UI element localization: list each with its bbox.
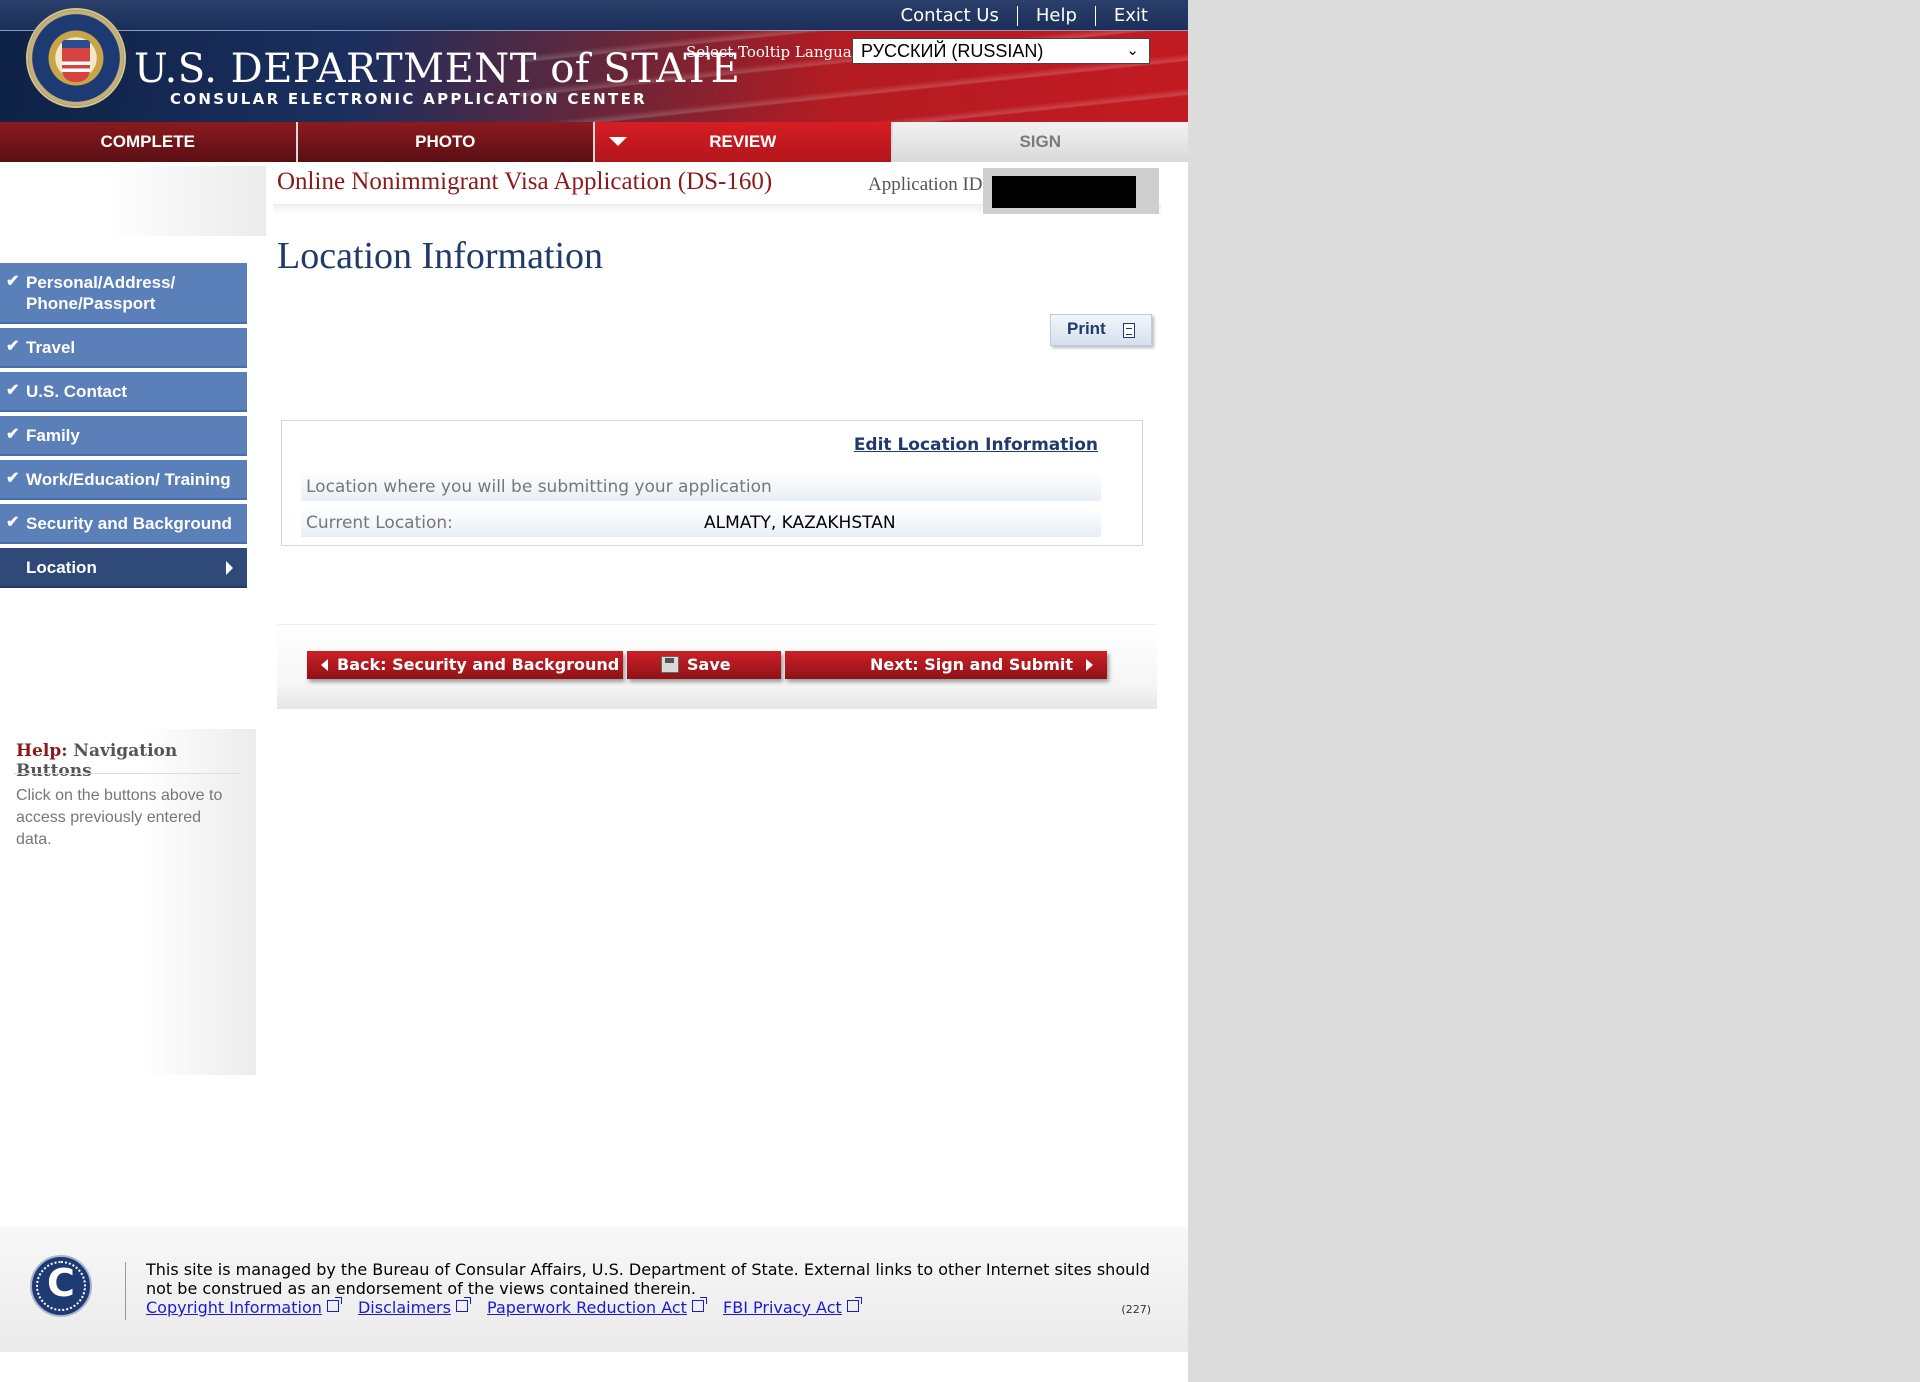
sidebar-item-work-education[interactable]: ✔ Work/Education/ Training xyxy=(0,460,247,500)
exit-link[interactable]: Exit xyxy=(1096,5,1166,26)
save-button-label: Save xyxy=(687,655,731,674)
arrow-right-icon xyxy=(1086,659,1093,671)
top-links: Contact Us Help Exit xyxy=(883,5,1166,26)
sidebar-item-location[interactable]: Location xyxy=(0,548,247,588)
sidebar-item-label: Travel xyxy=(26,338,76,357)
sidebar-item-us-contact[interactable]: ✔ U.S. Contact xyxy=(0,372,247,412)
org-subtitle: CONSULAR ELECTRONIC APPLICATION CENTER xyxy=(170,90,647,108)
step-review[interactable]: REVIEW xyxy=(595,122,893,162)
link-label: Disclaimers xyxy=(357,1298,451,1317)
sidebar-item-label: U.S. Contact xyxy=(26,382,128,401)
paperwork-reduction-link[interactable]: Paperwork Reduction Act xyxy=(487,1297,707,1317)
step-label: COMPLETE xyxy=(100,132,195,151)
sidebar-nav: ✔ Personal/Address/ Phone/Passport ✔ Tra… xyxy=(0,263,247,592)
disclaimers-link[interactable]: Disclaimers xyxy=(357,1297,471,1317)
print-button[interactable]: Print xyxy=(1050,314,1152,346)
tooltip-language-select[interactable]: РУССКИЙ (RUSSIAN) ⌄ xyxy=(852,38,1150,64)
step-sign: SIGN xyxy=(892,122,1188,162)
edit-location-link[interactable]: Edit Location Information xyxy=(854,435,1098,455)
document-icon xyxy=(1123,323,1135,338)
next-button-label: Next: Sign and Submit xyxy=(870,655,1073,674)
contact-us-link[interactable]: Contact Us xyxy=(883,5,1017,26)
footer-disclaimer: This site is managed by the Bureau of Co… xyxy=(146,1260,1150,1298)
application-id-label: Application ID xyxy=(868,174,983,195)
application-title: Online Nonimmigrant Visa Application (DS… xyxy=(277,168,773,195)
sidebar-item-label: Work/Education/ Training xyxy=(26,470,231,489)
chevron-down-icon: ⌄ xyxy=(1126,42,1139,59)
external-link-icon xyxy=(691,1297,707,1312)
back-button[interactable]: Back: Security and Background xyxy=(307,651,623,679)
current-location-value: ALMATY, KAZAKHSTAN xyxy=(704,513,896,533)
checkmark-icon: ✔ xyxy=(6,338,20,355)
checkmark-icon: ✔ xyxy=(6,273,20,290)
page-title: Location Information xyxy=(277,235,604,277)
link-label: Paperwork Reduction Act xyxy=(487,1298,687,1317)
section-caption: Location where you will be submitting yo… xyxy=(306,477,772,497)
consular-affairs-logo-icon: C xyxy=(30,1255,92,1317)
sidebar-item-security[interactable]: ✔ Security and Background xyxy=(0,504,247,544)
back-button-label: Back: Security and Background xyxy=(337,655,620,674)
department-of-state-seal-icon xyxy=(26,8,126,108)
logo-letter: C xyxy=(47,1261,75,1305)
page: Contact Us Help Exit U.S. DEPARTMENT of … xyxy=(0,0,1188,1382)
checkmark-icon: ✔ xyxy=(6,470,20,487)
step-photo[interactable]: PHOTO xyxy=(297,122,595,162)
help-label: Help: xyxy=(16,741,68,761)
step-label: REVIEW xyxy=(709,132,777,151)
sidebar-item-label: Family xyxy=(26,426,80,445)
external-link-icon xyxy=(326,1297,342,1312)
external-link-icon xyxy=(846,1297,862,1312)
link-label: Copyright Information xyxy=(146,1298,322,1317)
site-footer: C This site is managed by the Bureau of … xyxy=(0,1227,1188,1352)
build-number: (227) xyxy=(1121,1303,1151,1316)
copyright-link[interactable]: Copyright Information xyxy=(146,1297,342,1317)
divider xyxy=(125,1262,126,1320)
divider xyxy=(14,773,240,774)
current-location-row: Current Location: ALMATY, KAZAKHSTAN xyxy=(301,507,1101,537)
link-label: FBI Privacy Act xyxy=(723,1298,842,1317)
current-location-label: Current Location: xyxy=(306,513,453,533)
location-summary-box: Edit Location Information Location where… xyxy=(281,420,1143,546)
step-label: SIGN xyxy=(1019,132,1062,151)
eagle-shield xyxy=(62,40,90,82)
help-link[interactable]: Help xyxy=(1018,5,1095,26)
help-title: Help: Navigation Buttons xyxy=(16,741,256,781)
redacted-block xyxy=(992,176,1136,208)
footer-links: Copyright Information Disclaimers Paperw… xyxy=(146,1297,873,1317)
sidebar-top-shade xyxy=(0,166,266,236)
step-label: PHOTO xyxy=(415,132,476,151)
save-button[interactable]: Save xyxy=(627,651,781,679)
current-step-arrow-icon xyxy=(609,137,627,146)
fbi-privacy-link[interactable]: FBI Privacy Act xyxy=(723,1297,862,1317)
help-panel: Help: Navigation Buttons Click on the bu… xyxy=(0,729,256,1075)
top-bar: Contact Us Help Exit xyxy=(0,0,1188,31)
section-caption-row: Location where you will be submitting yo… xyxy=(301,471,1101,501)
arrow-left-icon xyxy=(321,659,328,671)
floppy-disk-icon xyxy=(661,656,679,673)
application-id-value xyxy=(983,168,1159,214)
navigation-button-panel: Back: Security and Background Save Next:… xyxy=(277,624,1157,709)
help-text: Click on the buttons above to access pre… xyxy=(16,787,223,848)
sidebar-item-travel[interactable]: ✔ Travel xyxy=(0,328,247,368)
sidebar-item-personal[interactable]: ✔ Personal/Address/ Phone/Passport xyxy=(0,263,247,324)
step-complete[interactable]: COMPLETE xyxy=(0,122,298,162)
checkmark-icon: ✔ xyxy=(6,514,20,531)
sidebar-item-family[interactable]: ✔ Family xyxy=(0,416,247,456)
tooltip-language-label: Select Tooltip Language xyxy=(686,43,871,61)
caret-right-icon xyxy=(226,561,233,575)
checkmark-icon: ✔ xyxy=(6,426,20,443)
tooltip-language-value: РУССКИЙ (RUSSIAN) xyxy=(861,41,1044,61)
external-link-icon xyxy=(455,1297,471,1312)
print-label: Print xyxy=(1067,319,1106,338)
sidebar-item-label: Location xyxy=(26,558,97,577)
checkmark-icon: ✔ xyxy=(6,382,20,399)
org-title: U.S. DEPARTMENT of STATE xyxy=(134,46,741,92)
next-button[interactable]: Next: Sign and Submit xyxy=(785,651,1107,679)
sidebar-item-label: Personal/Address/ Phone/Passport xyxy=(26,273,176,313)
progress-steps: COMPLETE PHOTO REVIEW SIGN xyxy=(0,122,1188,162)
site-header: Contact Us Help Exit U.S. DEPARTMENT of … xyxy=(0,0,1188,122)
sidebar-item-label: Security and Background xyxy=(26,514,232,533)
